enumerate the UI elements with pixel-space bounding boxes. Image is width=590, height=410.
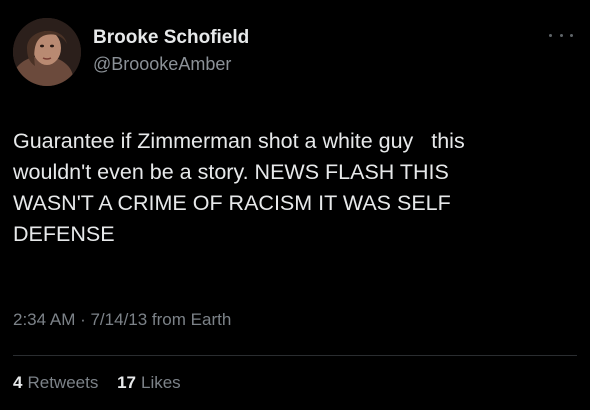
tweet-stats: 4 Retweets 17 Likes (13, 373, 195, 393)
more-options-icon[interactable] (549, 30, 573, 40)
tweet-timestamp[interactable]: 2:34 AM · 7/14/13 from Earth (13, 310, 231, 330)
retweets-count: 4 (13, 373, 23, 392)
tweet-header: Brooke Schofield @BroookeAmber (13, 18, 577, 90)
author-names: Brooke Schofield @BroookeAmber (93, 26, 249, 76)
display-name[interactable]: Brooke Schofield (93, 26, 249, 50)
retweets-label: Retweets (27, 373, 99, 392)
likes-label: Likes (141, 373, 181, 392)
username-handle[interactable]: @BroookeAmber (93, 52, 249, 76)
dot (559, 33, 563, 37)
likes-count: 17 (117, 373, 136, 392)
avatar[interactable] (13, 18, 81, 86)
dot (570, 33, 573, 37)
tweet-card: Brooke Schofield @BroookeAmber Guarantee… (0, 0, 590, 410)
dot (549, 33, 552, 37)
retweets-stat[interactable]: 4 Retweets (13, 373, 98, 393)
tweet-text: Guarantee if Zimmerman shot a white guy … (13, 129, 465, 246)
likes-stat[interactable]: 17 Likes (117, 373, 181, 393)
divider (13, 355, 577, 356)
